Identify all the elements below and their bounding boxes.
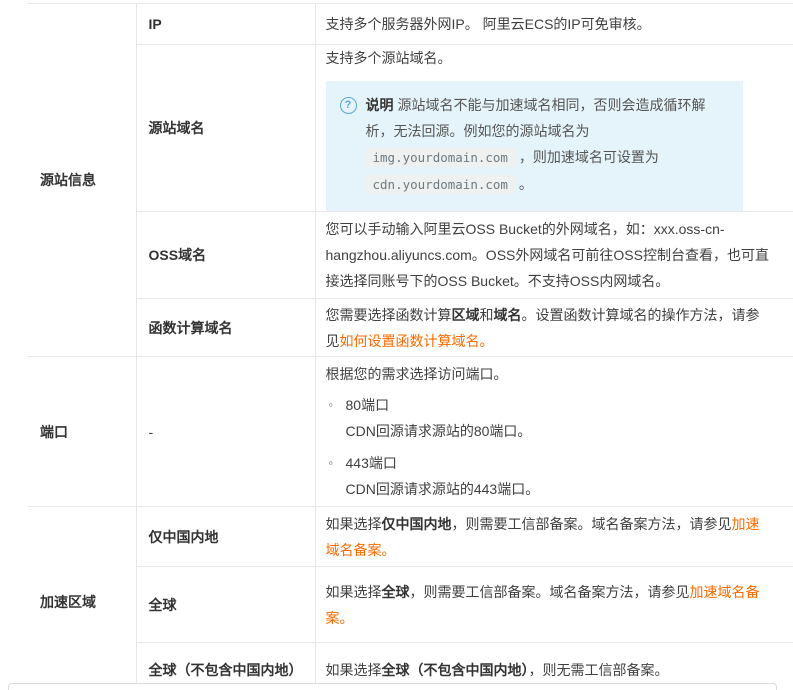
desc-text: 如果选择仅中国内地，则需要工信部备案。域名备案方法，请参见加速域名备案。: [326, 511, 770, 563]
bold-text: 全球（不包含中国内地）: [382, 662, 529, 678]
list-item-port-80: 80端口 CDN回源请求源站的80端口。: [326, 392, 770, 444]
desc-text: 如果选择全球（不包含中国内地），则无需工信部备案。: [326, 657, 770, 683]
param-cell-ip: IP: [136, 4, 315, 45]
plain-text: 如果选择: [326, 662, 382, 678]
code-chip: img.yourdomain.com: [366, 148, 515, 167]
desc-text: 支持多个服务器外网IP。 阿里云ECS的IP可免审核。: [326, 11, 770, 37]
bold-text: 域名: [494, 307, 522, 323]
plain-text: 源站域名不能与加速域名相同，否则会造成循环解析，无法回源。例如您的源站域名为: [366, 97, 706, 139]
plain-text: 支持多个服务器外网IP。 阿里云ECS的IP可免审核。: [326, 16, 651, 32]
note-body: 说明源站域名不能与加速域名相同，否则会造成循环解析，无法回源。例如您的源站域名为…: [366, 92, 728, 198]
param-cell-origin-domain: 源站域名: [136, 45, 315, 212]
note-box: ? 说明源站域名不能与加速域名相同，否则会造成循环解析，无法回源。例如您的源站域…: [326, 81, 744, 211]
table-row: 端口 - 根据您的需求选择访问端口。 80端口 CDN回源请求源站的80端口。 …: [28, 357, 793, 507]
category-cell-port: 端口: [28, 357, 136, 507]
plain-text: 。: [515, 176, 533, 192]
param-cell-global: 全球: [136, 567, 315, 643]
plain-text: 如果选择: [326, 584, 382, 600]
next-section-card-edge: [8, 683, 777, 690]
port-list: 80端口 CDN回源请求源站的80端口。 443端口 CDN回源请求源站的443…: [326, 392, 770, 502]
param-cell-port-dash: -: [136, 357, 315, 507]
param-cell-fc-domain: 函数计算域名: [136, 299, 315, 357]
table-row: OSS域名 您可以手动输入阿里云OSS Bucket的外网域名，如：xxx.os…: [28, 212, 793, 299]
desc-text: 支持多个源站域名。: [326, 45, 770, 71]
bold-text: 区域: [452, 307, 480, 323]
desc-cell-port: 根据您的需求选择访问端口。 80端口 CDN回源请求源站的80端口。 443端口…: [315, 357, 793, 507]
plain-text: ，则需要工信部备案。域名备案方法，请参见: [410, 584, 690, 600]
list-item-sub: CDN回源请求源站的80端口。: [346, 418, 770, 444]
desc-text: 您可以手动输入阿里云OSS Bucket的外网域名，如：xxx.oss-cn-h…: [326, 216, 770, 294]
plain-text: ，则加速域名可设置为: [515, 149, 659, 165]
desc-cell-ip: 支持多个服务器外网IP。 阿里云ECS的IP可免审核。: [315, 4, 793, 45]
param-cell-mainland-only: 仅中国内地: [136, 507, 315, 567]
plain-text: 您需要选择函数计算: [326, 307, 452, 323]
desc-text: 根据您的需求选择访问端口。: [326, 361, 770, 387]
plain-text: 如果选择: [326, 516, 382, 532]
table-row: 全球 如果选择全球，则需要工信部备案。域名备案方法，请参见加速域名备案。: [28, 567, 793, 643]
cdn-params-table: 源站信息 IP 支持多个服务器外网IP。 阿里云ECS的IP可免审核。 源站域名…: [28, 3, 793, 690]
list-item-title: 443端口: [346, 450, 770, 476]
list-item-title: 80端口: [346, 392, 770, 418]
cropped-column-border-stub: [136, 3, 137, 7]
desc-cell-global: 如果选择全球，则需要工信部备案。域名备案方法，请参见加速域名备案。: [315, 567, 793, 643]
plain-text: ，则无需工信部备案。: [529, 662, 669, 678]
desc-cell-mainland-only: 如果选择仅中国内地，则需要工信部备案。域名备案方法，请参见加速域名备案。: [315, 507, 793, 567]
desc-text: 如果选择全球，则需要工信部备案。域名备案方法，请参见加速域名备案。: [326, 579, 770, 631]
bold-text: 仅中国内地: [382, 516, 452, 532]
plain-text: 您可以手动输入阿里云OSS Bucket的外网域名，如：xxx.oss-cn-h…: [326, 221, 769, 289]
table-row: 源站信息 IP 支持多个服务器外网IP。 阿里云ECS的IP可免审核。: [28, 4, 793, 45]
plain-text: 和: [480, 307, 494, 323]
param-cell-oss-domain: OSS域名: [136, 212, 315, 299]
code-chip: cdn.yourdomain.com: [366, 175, 515, 194]
plain-text: ，则需要工信部备案。域名备案方法，请参见: [452, 516, 732, 532]
desc-text: 您需要选择函数计算区域和域名。设置函数计算域名的操作方法，请参见如何设置函数计算…: [326, 302, 770, 354]
category-cell-origin-info: 源站信息: [28, 4, 136, 357]
desc-cell-origin-domain: 支持多个源站域名。 ? 说明源站域名不能与加速域名相同，否则会造成循环解析，无法…: [315, 45, 793, 212]
list-item-sub: CDN回源请求源站的443端口。: [346, 476, 770, 502]
bold-text: 全球: [382, 584, 410, 600]
desc-cell-fc-domain: 您需要选择函数计算区域和域名。设置函数计算域名的操作方法，请参见如何设置函数计算…: [315, 299, 793, 357]
table-row: 函数计算域名 您需要选择函数计算区域和域名。设置函数计算域名的操作方法，请参见如…: [28, 299, 793, 357]
note-text: 源站域名不能与加速域名相同，否则会造成循环解析，无法回源。例如您的源站域名为 i…: [366, 97, 706, 192]
doc-table-container: 源站信息 IP 支持多个服务器外网IP。 阿里云ECS的IP可免审核。 源站域名…: [28, 3, 793, 690]
note-label: 说明: [366, 97, 394, 113]
category-cell-accel-region: 加速区域: [28, 507, 136, 690]
table-row: 加速区域 仅中国内地 如果选择仅中国内地，则需要工信部备案。域名备案方法，请参见…: [28, 507, 793, 567]
desc-cell-oss-domain: 您可以手动输入阿里云OSS Bucket的外网域名，如：xxx.oss-cn-h…: [315, 212, 793, 299]
list-item-port-443: 443端口 CDN回源请求源站的443端口。: [326, 450, 770, 502]
table-row: 源站域名 支持多个源站域名。 ? 说明源站域名不能与加速域名相同，否则会造成循环…: [28, 45, 793, 212]
doc-link[interactable]: 如何设置函数计算域名。: [340, 333, 494, 349]
help-icon: ?: [340, 97, 357, 114]
cropped-column-border-stub: [315, 3, 316, 7]
